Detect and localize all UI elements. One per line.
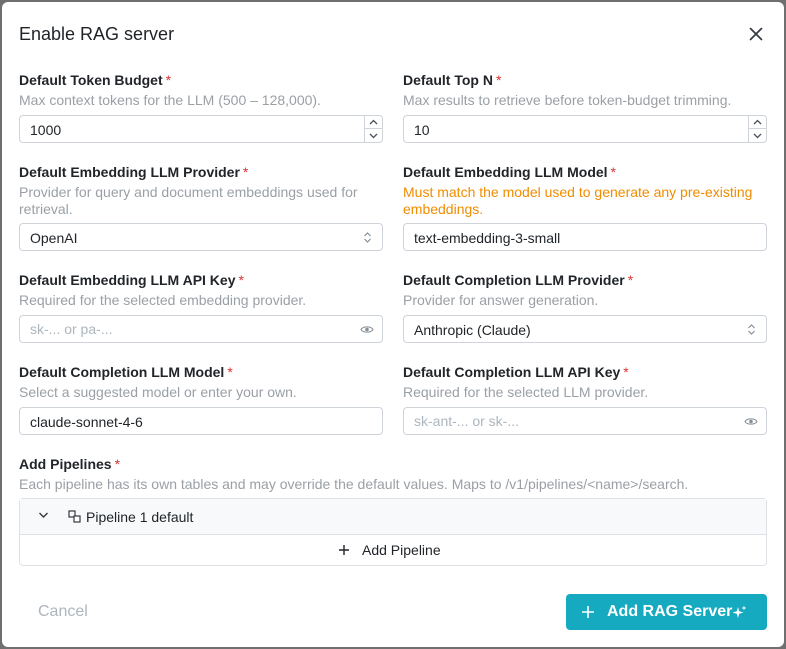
top-n-description: Max results to retrieve before token-bud… bbox=[403, 92, 732, 108]
chevron-down-icon[interactable] bbox=[38, 511, 49, 519]
required-marker: * bbox=[227, 364, 233, 380]
completion-model-field: Default Completion LLM Model * Select a s… bbox=[19, 363, 383, 401]
completion-provider-field: Default Completion LLM Provider * Provide… bbox=[403, 271, 767, 309]
completion-model-description: Select a suggested model or enter your o… bbox=[19, 384, 297, 400]
pipelines-section: Add Pipelines * Each pipeline has its own… bbox=[19, 455, 767, 493]
completion-provider-description: Provider for answer generation. bbox=[403, 292, 599, 308]
pipeline-name: Pipeline 1 default bbox=[86, 509, 194, 525]
completion-api-key-field: Default Completion LLM API Key * Required… bbox=[403, 363, 767, 401]
token-budget-decrement[interactable] bbox=[365, 129, 382, 142]
embedding-model-value: text-embedding-3-small bbox=[414, 230, 561, 246]
token-budget-field: Default Token Budget * Max context tokens… bbox=[19, 71, 383, 109]
embedding-api-key-field: Default Embedding LLM API Key * Required … bbox=[19, 271, 383, 309]
embedding-model-input[interactable]: text-embedding-3-small bbox=[403, 223, 767, 251]
plus-icon bbox=[582, 606, 594, 618]
add-rag-server-button[interactable]: Add RAG Server bbox=[566, 594, 767, 630]
top-n-value: 10 bbox=[414, 122, 430, 138]
embedding-model-warning: Must match the model used to generate an… bbox=[403, 184, 753, 217]
top-n-label: Default Top N bbox=[403, 72, 493, 88]
completion-api-key-description: Required for the selected LLM provider. bbox=[403, 384, 649, 400]
enable-rag-server-dialog: Enable RAG server Default Token Budget * … bbox=[2, 2, 784, 647]
completion-model-label: Default Completion LLM Model bbox=[19, 364, 225, 380]
embedding-provider-label: Default Embedding LLM Provider bbox=[19, 164, 240, 180]
dialog-title: Enable RAG server bbox=[19, 24, 175, 44]
completion-api-key-field-box bbox=[403, 407, 767, 435]
completion-provider-label: Default Completion LLM Provider bbox=[403, 272, 625, 288]
add-rag-server-label: Add RAG Server bbox=[607, 603, 733, 620]
embedding-provider-description: Provider for query and document embeddin… bbox=[19, 184, 358, 217]
embedding-model-label: Default Embedding LLM Model bbox=[403, 164, 608, 180]
pipelines-description: Each pipeline has its own tables and may… bbox=[19, 476, 689, 492]
top-n-decrement[interactable] bbox=[749, 129, 766, 142]
required-marker: * bbox=[610, 164, 616, 180]
embedding-model-field: Default Embedding LLM Model * Must match … bbox=[403, 163, 767, 218]
token-budget-input[interactable]: 1000 bbox=[19, 115, 383, 143]
cancel-button[interactable]: Cancel bbox=[38, 603, 88, 621]
embedding-api-key-input[interactable] bbox=[20, 316, 382, 342]
token-budget-description: Max context tokens for the LLM (500 – 12… bbox=[19, 92, 321, 108]
top-n-increment[interactable] bbox=[749, 116, 766, 129]
embedding-provider-select[interactable]: OpenAI bbox=[19, 223, 383, 251]
embedding-provider-field: Default Embedding LLM Provider * Provider… bbox=[19, 163, 383, 218]
top-n-field: Default Top N * Max results to retrieve b… bbox=[403, 71, 767, 109]
required-marker: * bbox=[623, 364, 629, 380]
completion-api-key-input[interactable] bbox=[404, 408, 766, 434]
completion-model-input[interactable]: claude-sonnet-4-6 bbox=[19, 407, 383, 435]
top-n-stepper bbox=[748, 116, 766, 142]
required-marker: * bbox=[627, 272, 634, 288]
selector-icon bbox=[748, 324, 755, 335]
completion-provider-value: Anthropic (Claude) bbox=[414, 322, 531, 338]
token-budget-value: 1000 bbox=[30, 122, 62, 138]
pipelines-label: Add Pipelines bbox=[19, 456, 112, 472]
close-button[interactable] bbox=[746, 24, 766, 44]
required-marker: * bbox=[114, 456, 121, 472]
sparkles-icon bbox=[732, 605, 747, 618]
token-budget-increment[interactable] bbox=[365, 116, 382, 129]
completion-api-key-label: Default Completion LLM API Key bbox=[403, 364, 621, 380]
chevron-down-icon bbox=[369, 133, 378, 139]
chevron-down-icon bbox=[753, 133, 762, 139]
completion-provider-select[interactable]: Anthropic (Claude) bbox=[403, 315, 767, 343]
chevron-up-icon bbox=[753, 119, 762, 125]
eye-icon[interactable] bbox=[360, 324, 374, 335]
embedding-api-key-field-box bbox=[19, 315, 383, 343]
embedding-provider-value: OpenAI bbox=[30, 230, 78, 246]
add-pipeline-button[interactable]: Add Pipeline bbox=[20, 535, 766, 565]
top-n-input[interactable]: 10 bbox=[403, 115, 767, 143]
add-pipeline-label: Add Pipeline bbox=[362, 542, 441, 558]
pipeline-item[interactable]: Pipeline 1 default bbox=[20, 499, 766, 535]
embedding-api-key-description: Required for the selected embedding prov… bbox=[19, 292, 307, 308]
pipeline-icon bbox=[68, 510, 81, 523]
required-marker: * bbox=[165, 72, 172, 88]
embedding-api-key-label: Default Embedding LLM API Key bbox=[19, 272, 236, 288]
plus-icon bbox=[339, 545, 349, 555]
pipelines-list: Pipeline 1 default Add Pipeline bbox=[19, 498, 767, 566]
token-budget-label: Default Token Budget bbox=[19, 72, 163, 88]
eye-icon[interactable] bbox=[744, 416, 758, 427]
close-icon bbox=[749, 27, 763, 41]
selector-icon bbox=[364, 232, 371, 243]
required-marker: * bbox=[242, 164, 249, 180]
required-marker: * bbox=[238, 272, 244, 288]
token-budget-stepper bbox=[364, 116, 382, 142]
chevron-up-icon bbox=[369, 119, 378, 125]
required-marker: * bbox=[495, 72, 502, 88]
completion-model-value: claude-sonnet-4-6 bbox=[30, 414, 143, 430]
